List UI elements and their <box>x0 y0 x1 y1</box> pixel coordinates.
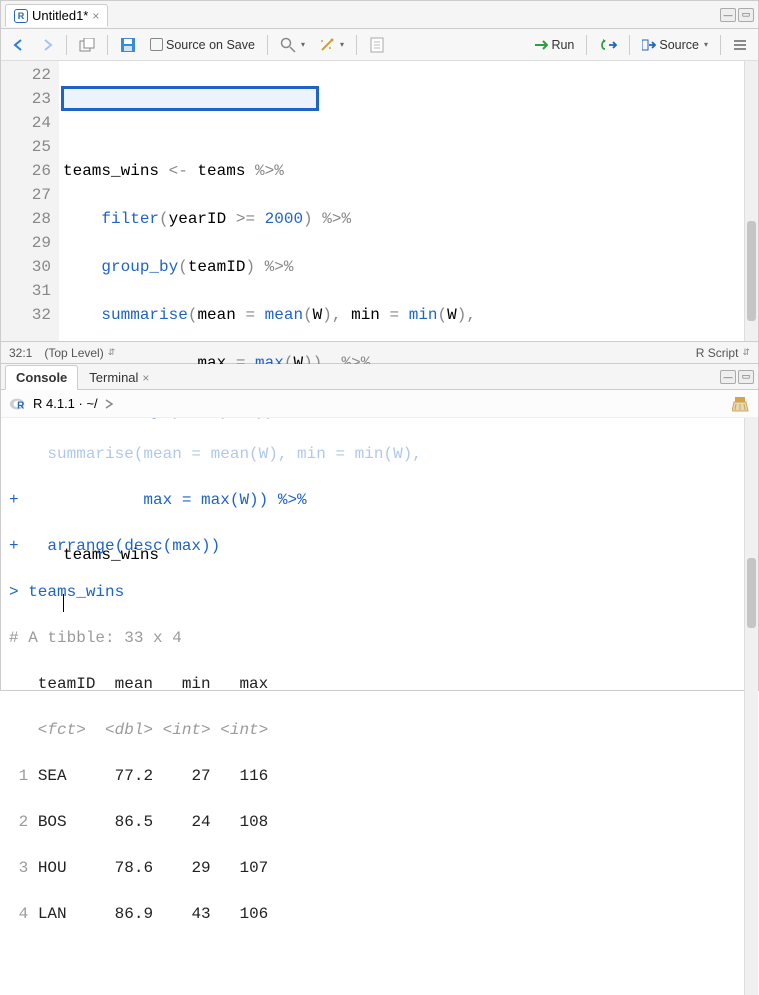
maximize-pane-button[interactable]: ▭ <box>738 8 754 22</box>
source-tab-untitled1[interactable]: R Untitled1* × <box>5 4 108 27</box>
outline-icon <box>733 38 747 52</box>
table-row: 4 LAN 86.9 43 106 <box>9 903 750 926</box>
scrollbar-thumb[interactable] <box>747 558 756 628</box>
source-tab-label: Untitled1* <box>32 8 88 23</box>
checkbox-icon <box>150 38 163 51</box>
save-button[interactable] <box>115 34 141 56</box>
table-header: teamID mean min max <box>9 673 750 696</box>
pane-controls: — ▭ <box>720 370 754 384</box>
clear-console-icon[interactable] <box>732 396 750 412</box>
source-label: Source <box>659 38 699 52</box>
console-pane: Console Terminal× — ▭ R R 4.1.1 · ~/ sum… <box>1 364 758 995</box>
close-icon[interactable]: × <box>92 9 99 23</box>
tab-console[interactable]: Console <box>5 365 78 390</box>
show-in-new-window-button[interactable] <box>74 35 100 55</box>
run-icon <box>534 38 548 52</box>
console-line: + max = max(W)) %>% <box>9 489 750 512</box>
run-button[interactable]: Run <box>529 35 579 55</box>
minimize-pane-button[interactable]: — <box>720 370 736 384</box>
table-row: 2 BOS 86.5 24 108 <box>9 811 750 834</box>
console-output[interactable]: summarise(mean = mean(W), min = min(W), … <box>1 418 758 995</box>
compile-report-button[interactable] <box>364 34 390 56</box>
selection-highlight <box>61 86 319 111</box>
console-line: > teams_wins <box>9 581 750 604</box>
notebook-icon <box>369 37 385 53</box>
find-button[interactable]: ▾ <box>275 34 310 56</box>
console-tabstrip: Console Terminal× — ▭ <box>1 364 758 390</box>
console-header-label: R 4.1.1 · ~/ <box>33 396 98 411</box>
source-button[interactable]: Source ▾ <box>637 35 713 55</box>
cursor-position: 32:1 <box>9 346 32 360</box>
table-row: 3 HOU 78.6 29 107 <box>9 857 750 880</box>
console-line: summarise(mean = mean(W), min = min(W), <box>9 443 750 466</box>
source-toolbar: Source on Save ▾ ▾ Run Source ▾ <box>1 29 758 61</box>
table-row: 1 SEA 77.2 27 116 <box>9 765 750 788</box>
tibble-header: # A tibble: 33 x 4 <box>9 627 750 650</box>
rerun-button[interactable] <box>594 35 622 55</box>
source-on-save-label: Source on Save <box>166 38 255 52</box>
back-button[interactable] <box>7 35 31 55</box>
tab-terminal[interactable]: Terminal× <box>78 365 160 390</box>
console-scrollbar[interactable] <box>744 418 758 995</box>
console-header: R R 4.1.1 · ~/ <box>1 390 758 418</box>
rerun-icon <box>599 38 617 52</box>
minimize-pane-button[interactable]: — <box>720 8 736 22</box>
svg-text:R: R <box>17 400 24 411</box>
search-icon <box>280 37 296 53</box>
code-tools-button[interactable]: ▾ <box>314 34 349 56</box>
arrow-left-icon <box>12 38 26 52</box>
r-file-icon: R <box>14 9 28 23</box>
wand-icon <box>319 37 335 53</box>
source-icon <box>642 38 656 52</box>
source-on-save-toggle[interactable]: Source on Save <box>145 35 260 55</box>
forward-button[interactable] <box>35 35 59 55</box>
pane-controls: — ▭ <box>720 8 754 22</box>
save-icon <box>120 37 136 53</box>
close-icon[interactable]: × <box>142 371 149 385</box>
line-gutter: 22 23 24 25 26 27 28 29 30 31 32 <box>1 61 59 341</box>
source-tabstrip: R Untitled1* × — ▭ <box>1 1 758 29</box>
outline-button[interactable] <box>728 35 752 55</box>
table-types: <fct> <dbl> <int> <int> <box>9 719 750 742</box>
chevron-right-icon[interactable] <box>104 399 114 409</box>
source-pane: R Untitled1* × — ▭ Source on Save <box>1 1 758 364</box>
editor[interactable]: 22 23 24 25 26 27 28 29 30 31 32 teams_w… <box>1 61 758 341</box>
scrollbar-thumb[interactable] <box>747 221 756 321</box>
popout-icon <box>79 38 95 52</box>
console-line: + arrange(desc(max)) <box>9 535 750 558</box>
arrow-right-icon <box>40 38 54 52</box>
code-area[interactable]: teams_wins <- teams %>% filter(yearID >=… <box>59 61 758 341</box>
run-label: Run <box>551 38 574 52</box>
editor-scrollbar[interactable] <box>744 61 758 341</box>
r-logo-icon: R <box>9 395 27 413</box>
maximize-pane-button[interactable]: ▭ <box>738 370 754 384</box>
